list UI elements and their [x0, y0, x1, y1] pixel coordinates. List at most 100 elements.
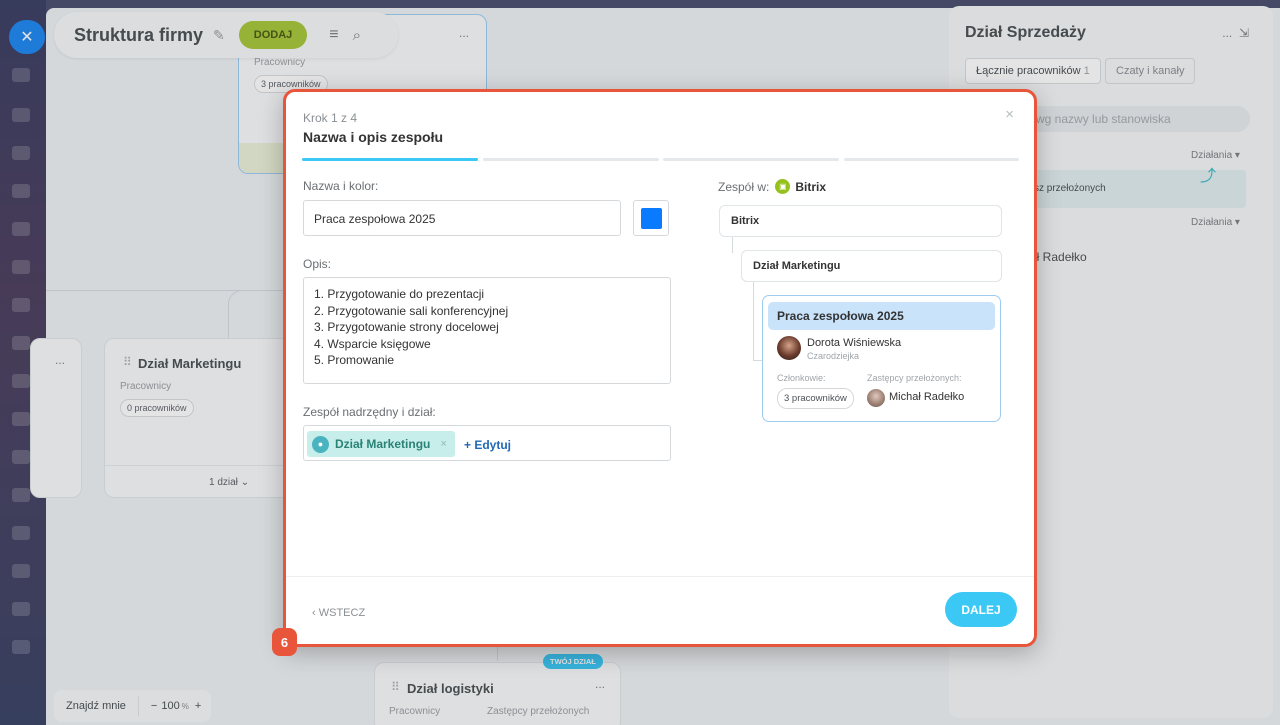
person-name[interactable]: ał Radełko: [1030, 250, 1087, 264]
more-icon[interactable]: ...: [595, 677, 605, 691]
nav-icon[interactable]: [12, 108, 30, 122]
description-textarea[interactable]: 1. Przygotowanie do prezentacji 2. Przyg…: [303, 277, 671, 384]
nav-icon[interactable]: [12, 602, 30, 616]
pin-icon[interactable]: ✎: [213, 27, 225, 44]
description-line: 1. Przygotowanie do prezentacji: [314, 287, 485, 301]
nav-icon[interactable]: [12, 146, 30, 160]
lead-position: Czarodziejka: [807, 351, 860, 361]
nav-icon[interactable]: [12, 374, 30, 388]
avatar: [867, 389, 885, 407]
parent-chip: ● Dział Marketingu ×: [307, 431, 455, 457]
parent-label: Zespół nadrzędny i dział:: [303, 405, 436, 419]
your-department-badge: TWÓJ DZIAŁ: [543, 654, 603, 669]
left-department-card[interactable]: ...: [30, 338, 82, 498]
actions-dropdown[interactable]: Działania ▾: [1191, 150, 1240, 161]
panel-title: Dział Sprzedaży: [965, 24, 1086, 41]
nav-icon[interactable]: [12, 260, 30, 274]
more-icon[interactable]: ...: [55, 353, 65, 367]
progress-step-3: [663, 158, 839, 161]
nav-icon[interactable]: [12, 222, 30, 236]
zoom-bar: Znajdź mnie − 100 % +: [54, 690, 212, 722]
nav-icon[interactable]: [12, 68, 30, 82]
team-wizard-dialog: Krok 1 z 4 Nazwa i opis zespołu × Nazwa …: [283, 89, 1037, 647]
search-input[interactable]: wg nazwy lub stanowiska: [1020, 106, 1250, 132]
tab-count: 1: [1083, 65, 1090, 77]
nav-icon[interactable]: [12, 450, 30, 464]
tree-node-company: Bitrix: [719, 205, 1002, 237]
search-icon[interactable]: ⌕: [353, 27, 361, 44]
close-icon[interactable]: ✕: [9, 20, 45, 54]
dialog-title: Nazwa i opis zespołu: [303, 129, 444, 145]
company-name: Bitrix: [795, 179, 827, 194]
step-badge: 6: [272, 628, 297, 656]
collapse-icon[interactable]: ⇲: [1239, 26, 1249, 40]
parent-chip-label: Dział Marketingu: [335, 437, 431, 451]
description-label: Opis:: [303, 257, 332, 271]
nav-icon[interactable]: [12, 336, 30, 350]
chevron-down-icon: ⌄: [240, 477, 250, 488]
next-button[interactable]: DALEJ: [945, 592, 1017, 627]
tab-label: Łącznie pracowników: [976, 65, 1081, 77]
color-picker[interactable]: [633, 200, 669, 236]
zoom-value: 100: [161, 700, 180, 712]
marketing-department-card[interactable]: ⠿ Dział Marketingu Pracownicy 0 pracowni…: [104, 338, 294, 498]
employees-label: Pracownicy: [120, 381, 172, 392]
drag-handle-icon[interactable]: ⠿: [391, 680, 400, 694]
step-indicator: Krok 1 z 4: [303, 111, 358, 125]
back-label: WSTECZ: [318, 607, 366, 619]
tree-node-department: Dział Marketingu: [741, 250, 1002, 282]
tree-label: Zespół w: ▣ Bitrix: [718, 179, 826, 194]
more-icon[interactable]: ...: [459, 26, 469, 40]
nav-icon[interactable]: [12, 412, 30, 426]
tree-line: [753, 282, 754, 360]
progress-step-1: [302, 158, 478, 161]
logistics-department-card[interactable]: TWÓJ DZIAŁ ⠿ Dział logistyki ... Pracown…: [374, 654, 621, 725]
zoom-in-button[interactable]: +: [189, 700, 211, 712]
color-swatch: [640, 207, 662, 229]
dialog-footer: ‹ WSTECZ DALEJ: [286, 576, 1034, 644]
drag-handle-icon[interactable]: ⠿: [123, 355, 132, 369]
chevron-left-icon: ‹: [312, 607, 316, 619]
avatar: [777, 336, 801, 360]
arrow-icon: ⤴: [1200, 168, 1217, 185]
employees-label: Pracownicy: [254, 57, 306, 68]
subdepartments-label: 1 dział: [209, 477, 238, 488]
tree-line: [732, 237, 733, 253]
team-name-input[interactable]: Praca zespołowa 2025: [303, 200, 621, 236]
team-icon: ●: [312, 435, 329, 453]
tab-employees[interactable]: Łącznie pracowników 1: [965, 58, 1101, 84]
nav-icon[interactable]: [12, 526, 30, 540]
back-button[interactable]: ‹ WSTECZ: [312, 607, 365, 619]
nav-icon[interactable]: [12, 184, 30, 198]
tree-label-text: Zespół w:: [718, 179, 770, 194]
remove-icon[interactable]: ×: [440, 438, 446, 450]
actions-label: Działania: [1191, 217, 1233, 228]
tab-chats[interactable]: Czaty i kanały: [1105, 58, 1196, 84]
name-color-label: Nazwa i kolor:: [303, 179, 379, 193]
department-name: Dział Marketingu: [138, 356, 242, 371]
nav-icon[interactable]: [12, 488, 30, 502]
menu-icon[interactable]: ≡: [329, 26, 338, 44]
progress-step-2: [483, 158, 659, 161]
team-preview-card: Praca zespołowa 2025 Dorota Wiśniewska C…: [762, 295, 1001, 422]
deputies-label: Zastępcy przełożonych:: [867, 373, 962, 383]
zoom-out-button[interactable]: −: [139, 700, 161, 712]
more-icon[interactable]: ...: [1222, 26, 1232, 40]
company-icon: ▣: [775, 179, 791, 194]
nav-icon[interactable]: [12, 640, 30, 654]
subdepartments-toggle[interactable]: 1 dział ⌄: [209, 477, 249, 488]
add-button[interactable]: DODAJ: [238, 21, 308, 49]
edit-link[interactable]: + Edytuj: [464, 438, 511, 452]
actions-dropdown[interactable]: Działania ▾: [1191, 217, 1240, 228]
members-count: 3 pracowników: [777, 388, 854, 409]
description-line: 3. Przygotowanie strony docelowej: [314, 320, 499, 335]
find-me-button[interactable]: Znajdź mnie: [54, 700, 138, 712]
close-icon[interactable]: ×: [1005, 106, 1014, 123]
progress-step-4: [844, 158, 1019, 161]
deputies-label: Zastępcy przełożonych: [487, 706, 590, 717]
nav-icon[interactable]: [12, 564, 30, 578]
zoom-unit: %: [181, 701, 189, 711]
page-title: Struktura firmy: [74, 24, 204, 45]
deputy-name: Michał Radełko: [889, 391, 965, 403]
nav-icon[interactable]: [12, 298, 30, 312]
